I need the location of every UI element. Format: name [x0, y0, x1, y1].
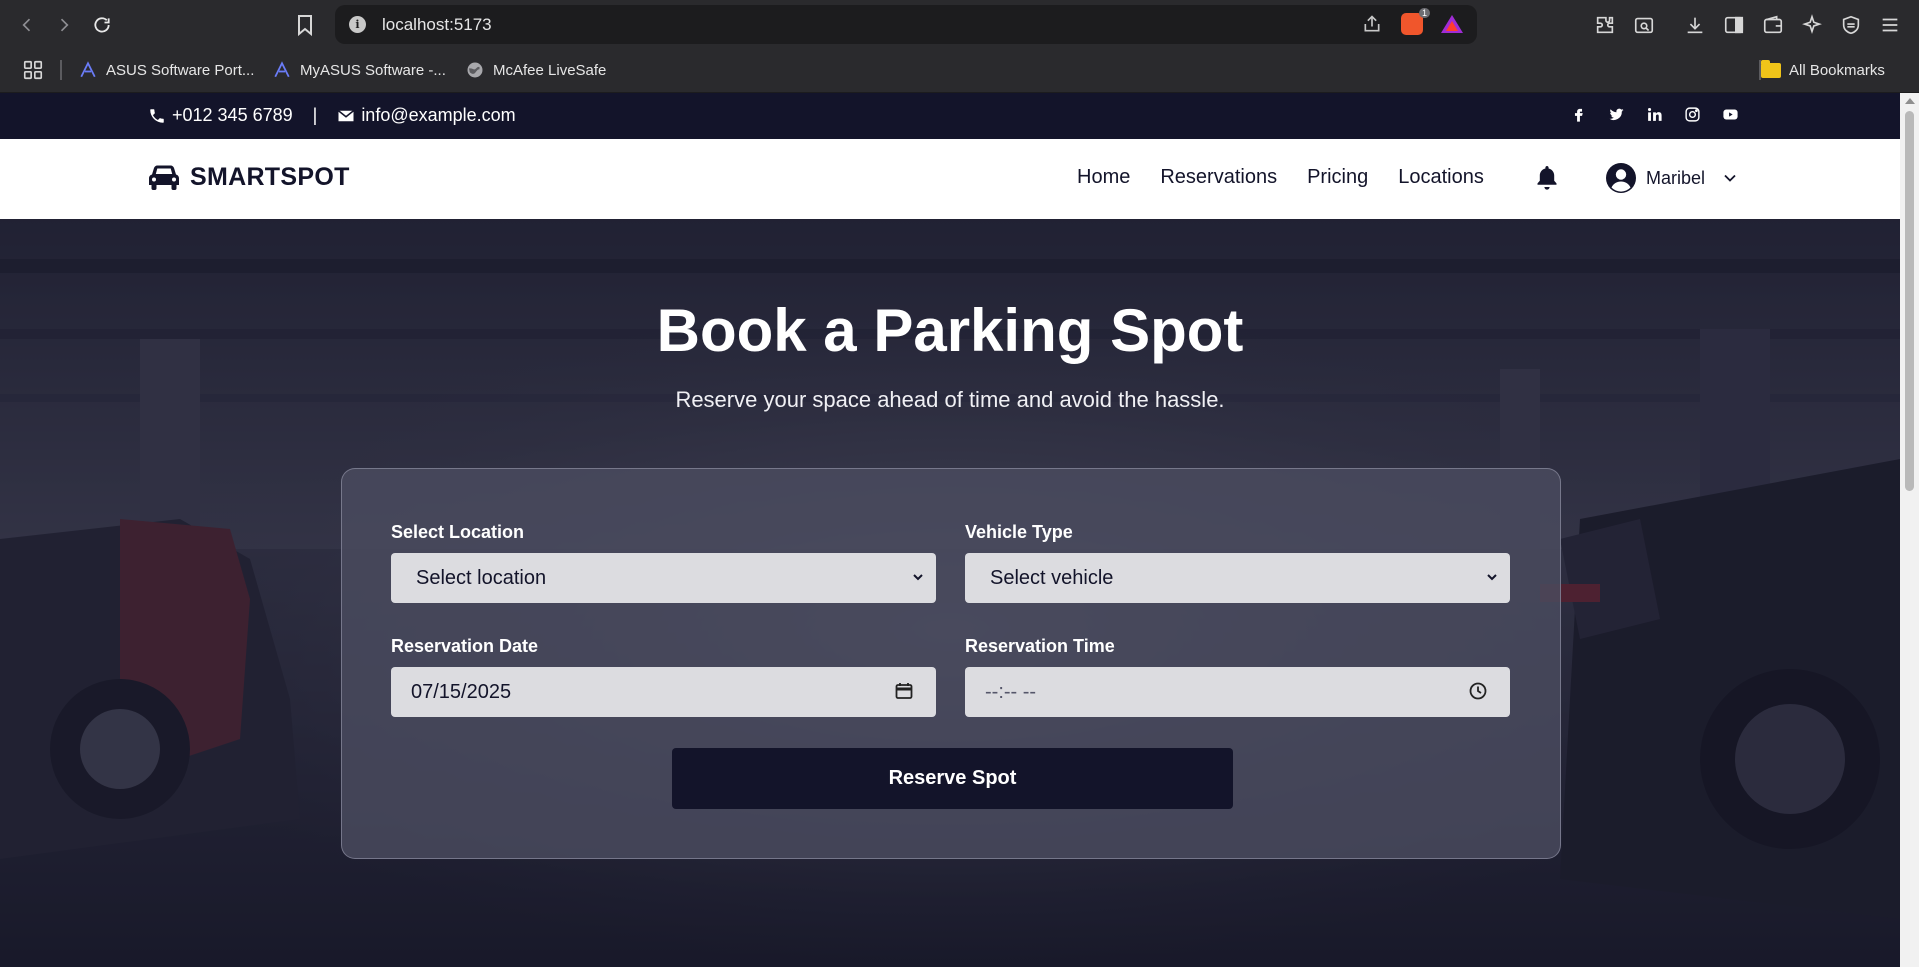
reservation-form: Select Location Select location Vehicle …	[341, 468, 1561, 859]
user-menu[interactable]: Maribel	[1606, 163, 1737, 193]
brand-logo[interactable]: SMARTSPOT	[148, 163, 350, 192]
chevron-down-icon	[913, 574, 923, 581]
contact-divider: |	[312, 105, 318, 125]
nav-locations[interactable]: Locations	[1398, 166, 1484, 189]
reserve-spot-button[interactable]: Reserve Spot	[672, 748, 1233, 809]
all-bookmarks-label: All Bookmarks	[1789, 61, 1885, 79]
location-select[interactable]: Select location	[391, 553, 936, 603]
bookmark-asus-software-portal[interactable]: ASUS Software Port...	[78, 58, 254, 82]
user-name: Maribel	[1646, 167, 1706, 188]
menu-icon[interactable]	[1878, 13, 1902, 37]
contact-topbar: +012 345 6789 | info@example.com	[0, 93, 1900, 139]
time-input-value: --:-- --	[985, 680, 1037, 703]
date-input-value: 07/15/2025	[411, 680, 512, 703]
vehicle-select-value: Select vehicle	[990, 566, 1114, 589]
car-icon	[149, 165, 179, 190]
bookmark-label: ASUS Software Port...	[106, 61, 255, 79]
page-viewport: +012 345 6789 | info@example.com SMARTSP…	[0, 93, 1900, 967]
email-address[interactable]: info@example.com	[361, 105, 515, 126]
envelope-icon	[337, 107, 355, 125]
nav-home[interactable]: Home	[1077, 166, 1130, 189]
bookmark-divider	[60, 60, 62, 80]
bookmark-label: McAfee LiveSafe	[493, 61, 607, 79]
asus-icon	[272, 61, 292, 79]
instagram-icon[interactable]	[1683, 105, 1701, 123]
download-icon[interactable]	[1683, 13, 1707, 37]
share-icon[interactable]	[1361, 13, 1383, 35]
twitter-icon[interactable]	[1607, 105, 1625, 123]
folder-icon	[1761, 59, 1781, 78]
url-text[interactable]: localhost:5173	[382, 15, 492, 35]
page-scrollbar[interactable]	[1900, 93, 1919, 967]
globe-icon	[465, 61, 485, 79]
location-select-value: Select location	[416, 566, 547, 589]
reload-icon[interactable]	[89, 12, 115, 38]
nav-pricing[interactable]: Pricing	[1307, 166, 1368, 189]
all-bookmarks-button[interactable]: All Bookmarks	[1761, 58, 1885, 82]
browser-toolbar: i localhost:5173 1	[0, 0, 1919, 49]
linkedin-icon[interactable]	[1645, 105, 1663, 123]
brave-shields-icon[interactable]: 1	[1401, 8, 1430, 35]
calendar-icon[interactable]	[894, 681, 914, 701]
brand-name: SMARTSPOT	[190, 163, 350, 191]
scroll-thumb[interactable]	[1905, 111, 1914, 491]
phone-icon	[148, 107, 166, 125]
phone-number[interactable]: +012 345 6789	[172, 105, 293, 126]
extensions-icon[interactable]	[1593, 13, 1617, 37]
user-avatar-icon	[1606, 163, 1636, 193]
wallet-icon[interactable]	[1761, 13, 1785, 37]
date-input[interactable]: 07/15/2025	[391, 667, 936, 717]
bookmarks-bar: ASUS Software Port... MyASUS Software -.…	[0, 49, 1919, 93]
chevron-down-icon	[1724, 174, 1736, 182]
search-tab-icon[interactable]	[1632, 13, 1656, 37]
bookmark-myasus-software[interactable]: MyASUS Software -...	[272, 58, 446, 82]
forward-icon[interactable]	[51, 12, 77, 38]
back-icon[interactable]	[14, 12, 40, 38]
page-subtitle: Reserve your space ahead of time and avo…	[675, 387, 1225, 412]
vpn-icon[interactable]	[1839, 13, 1863, 37]
page-title: Book a Parking Spot	[656, 297, 1244, 364]
leo-ai-icon[interactable]	[1800, 13, 1824, 37]
date-label: Reservation Date	[391, 636, 539, 656]
main-navbar: SMARTSPOT Home Reservations Pricing Loca…	[0, 139, 1900, 219]
vehicle-select[interactable]: Select vehicle	[965, 553, 1510, 603]
hero-section: Book a Parking Spot Reserve your space a…	[0, 219, 1900, 967]
bookmark-mcafee-livesafe[interactable]: McAfee LiveSafe	[465, 58, 606, 82]
facebook-icon[interactable]	[1569, 105, 1587, 123]
sidebar-icon[interactable]	[1722, 13, 1746, 37]
chevron-down-icon	[1487, 574, 1497, 581]
time-label: Reservation Time	[965, 636, 1115, 656]
scroll-up-arrow-icon[interactable]	[1905, 98, 1915, 104]
nav-reservations[interactable]: Reservations	[1160, 166, 1277, 189]
bookmark-label: MyASUS Software -...	[300, 61, 446, 79]
shields-badge: 1	[1418, 8, 1430, 18]
bookmark-page-icon[interactable]	[293, 13, 317, 37]
bell-icon[interactable]	[1535, 164, 1559, 192]
youtube-icon[interactable]	[1721, 105, 1739, 123]
address-bar[interactable]: i localhost:5173 1	[335, 5, 1477, 44]
clock-icon[interactable]	[1468, 681, 1488, 701]
brave-rewards-icon[interactable]	[1441, 13, 1463, 35]
apps-grid-icon[interactable]	[22, 59, 44, 81]
location-label: Select Location	[391, 522, 525, 542]
vehicle-label: Vehicle Type	[965, 522, 1073, 542]
site-info-icon[interactable]: i	[349, 16, 366, 33]
time-input[interactable]: --:-- --	[965, 667, 1510, 717]
asus-icon	[78, 61, 98, 79]
